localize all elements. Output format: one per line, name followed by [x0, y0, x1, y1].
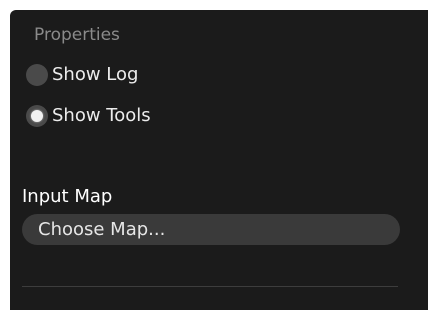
choose-map-button[interactable]: Choose Map... — [22, 214, 400, 245]
properties-title: Properties — [34, 25, 120, 45]
section-divider — [22, 286, 398, 287]
properties-panel: Properties Show Log Show Tools Input Map… — [10, 10, 428, 310]
show-log-option[interactable]: Show Log — [26, 62, 138, 88]
radio-selected-dot-icon — [31, 110, 43, 122]
show-log-label: Show Log — [52, 64, 139, 85]
show-tools-label: Show Tools — [52, 105, 151, 126]
show-tools-option[interactable]: Show Tools — [26, 103, 151, 129]
radio-checked-icon[interactable] — [26, 105, 48, 127]
input-map-label: Input Map — [22, 186, 113, 207]
choose-map-button-label: Choose Map... — [38, 219, 166, 240]
radio-unchecked-icon[interactable] — [26, 64, 48, 86]
